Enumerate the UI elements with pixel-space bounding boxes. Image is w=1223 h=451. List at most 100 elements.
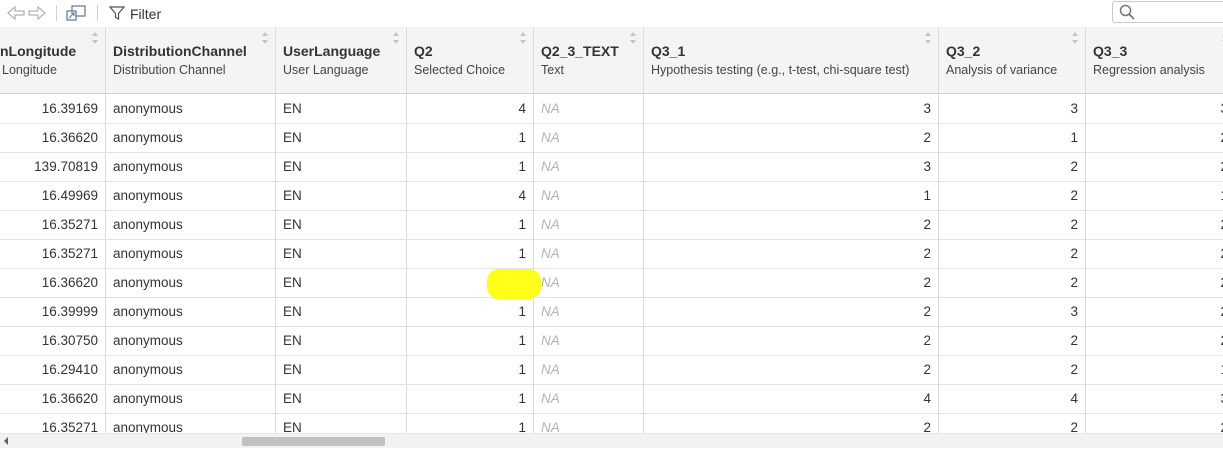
table-cell-distributionchannel[interactable]: anonymous — [106, 355, 276, 384]
search-input[interactable] — [1112, 1, 1223, 23]
table-cell-q3-1[interactable]: 2 — [644, 268, 939, 297]
table-cell-nlongitude[interactable]: 16.29410 — [0, 355, 106, 384]
table-cell-q3-2[interactable]: 2 — [939, 268, 1086, 297]
table-cell-q2[interactable]: 1 — [407, 413, 534, 433]
table-cell-q3-3[interactable]: 2 — [1086, 210, 1223, 239]
table-cell-q3-3[interactable]: 2 — [1086, 413, 1223, 433]
table-cell-nlongitude[interactable]: 16.36620 — [0, 268, 106, 297]
table-cell-q3-3[interactable]: 2 — [1086, 326, 1223, 355]
table-cell-distributionchannel[interactable]: anonymous — [106, 94, 276, 123]
table-cell-q3-2[interactable]: 2 — [939, 326, 1086, 355]
table-cell-q3-3[interactable]: 3 — [1086, 384, 1223, 413]
table-cell-q3-3[interactable]: 2 — [1086, 268, 1223, 297]
table-cell-q3-1[interactable]: 2 — [644, 123, 939, 152]
table-cell-nlongitude[interactable]: 16.36620 — [0, 123, 106, 152]
table-cell-userlanguage[interactable]: EN — [276, 210, 407, 239]
column-header-q2[interactable]: Q2 Selected Choice — [407, 27, 534, 93]
column-header-q3-3[interactable]: Q3_3 Regression analysis — [1086, 27, 1223, 93]
table-cell-q2[interactable]: 1 — [407, 210, 534, 239]
table-cell-q3-3[interactable]: 2 — [1086, 123, 1223, 152]
back-arrow-icon[interactable] — [6, 4, 26, 22]
column-header-nlongitude[interactable]: nLongitude Longitude — [0, 27, 106, 93]
table-cell-q3-3[interactable]: 1 — [1086, 355, 1223, 384]
sort-icon[interactable] — [392, 31, 400, 45]
column-header-distributionchannel[interactable]: DistributionChannel Distribution Channel — [106, 27, 276, 93]
table-cell-nlongitude[interactable]: 16.49969 — [0, 181, 106, 210]
table-cell-nlongitude[interactable]: 16.39169 — [0, 94, 106, 123]
table-cell-userlanguage[interactable]: EN — [276, 326, 407, 355]
table-cell-userlanguage[interactable]: EN — [276, 94, 407, 123]
table-cell-q2[interactable]: 4 — [407, 94, 534, 123]
table-cell-userlanguage[interactable]: EN — [276, 239, 407, 268]
table-cell-q2[interactable]: 1 — [407, 355, 534, 384]
table-cell-q3-1[interactable]: 4 — [644, 384, 939, 413]
table-cell-q2[interactable]: 1 — [407, 123, 534, 152]
table-cell-q2-3-text[interactable]: NA — [534, 181, 644, 210]
table-cell-q2-3-text[interactable]: NA — [534, 152, 644, 181]
table-cell-q2-3-text[interactable]: NA — [534, 297, 644, 326]
popout-icon[interactable] — [65, 4, 87, 22]
sort-icon[interactable] — [924, 31, 932, 45]
table-cell-distributionchannel[interactable]: anonymous — [106, 181, 276, 210]
table-cell-userlanguage[interactable]: EN — [276, 384, 407, 413]
table-cell-q3-1[interactable]: 3 — [644, 152, 939, 181]
table-cell-q2[interactable]: 4 — [407, 181, 534, 210]
table-cell-distributionchannel[interactable]: anonymous — [106, 152, 276, 181]
table-cell-q3-3[interactable]: 2 — [1086, 297, 1223, 326]
sort-icon[interactable] — [1071, 31, 1079, 45]
table-cell-q3-2[interactable]: 1 — [939, 123, 1086, 152]
table-cell-nlongitude[interactable]: 16.36620 — [0, 384, 106, 413]
table-cell-q2-3-text[interactable]: NA — [534, 239, 644, 268]
table-cell-q3-1[interactable]: 1 — [644, 181, 939, 210]
table-cell-q2-3-text[interactable]: NA — [534, 123, 644, 152]
table-cell-userlanguage[interactable]: EN — [276, 297, 407, 326]
table-cell-nlongitude[interactable]: 16.35271 — [0, 210, 106, 239]
table-cell-nlongitude[interactable]: 139.70819 — [0, 152, 106, 181]
table-cell-q3-1[interactable]: 2 — [644, 210, 939, 239]
table-cell-q2-3-text[interactable]: NA — [534, 210, 644, 239]
table-cell-q2-3-text[interactable]: NA — [534, 355, 644, 384]
table-cell-q3-2[interactable]: 2 — [939, 210, 1086, 239]
table-cell-q3-2[interactable]: 3 — [939, 94, 1086, 123]
table-cell-q3-3[interactable]: 1 — [1086, 181, 1223, 210]
table-cell-q2[interactable]: 1 — [407, 297, 534, 326]
table-cell-q3-3[interactable]: 2 — [1086, 239, 1223, 268]
column-header-q3-2[interactable]: Q3_2 Analysis of variance — [939, 27, 1086, 93]
sort-icon[interactable] — [519, 31, 527, 45]
table-cell-q3-1[interactable]: 2 — [644, 326, 939, 355]
table-cell-q3-2[interactable]: 2 — [939, 239, 1086, 268]
sort-icon[interactable] — [629, 31, 637, 45]
filter-button-label[interactable]: Filter — [130, 6, 161, 22]
table-cell-q2-3-text[interactable]: NA — [534, 384, 644, 413]
table-cell-q3-2[interactable]: 2 — [939, 181, 1086, 210]
table-cell-userlanguage[interactable]: EN — [276, 152, 407, 181]
horizontal-scrollbar[interactable] — [0, 433, 1223, 448]
table-cell-userlanguage[interactable]: EN — [276, 123, 407, 152]
table-cell-userlanguage[interactable]: EN — [276, 181, 407, 210]
table-cell-distributionchannel[interactable]: anonymous — [106, 123, 276, 152]
table-cell-distributionchannel[interactable]: anonymous — [106, 268, 276, 297]
column-header-userlanguage[interactable]: UserLanguage User Language — [276, 27, 407, 93]
table-cell-q3-1[interactable]: 2 — [644, 413, 939, 433]
table-cell-q3-2[interactable]: 2 — [939, 355, 1086, 384]
filter-icon[interactable] — [108, 4, 126, 22]
sort-icon[interactable] — [91, 31, 99, 45]
table-cell-q3-2[interactable]: 3 — [939, 297, 1086, 326]
table-cell-q2-3-text[interactable]: NA — [534, 326, 644, 355]
table-cell-userlanguage[interactable]: EN — [276, 355, 407, 384]
table-cell-q3-2[interactable]: 2 — [939, 413, 1086, 433]
table-cell-q3-1[interactable]: 2 — [644, 239, 939, 268]
table-cell-q2-3-text[interactable]: NA — [534, 413, 644, 433]
table-cell-q3-2[interactable]: 4 — [939, 384, 1086, 413]
table-cell-nlongitude[interactable]: 16.35271 — [0, 413, 106, 433]
table-cell-q3-1[interactable]: 3 — [644, 94, 939, 123]
table-cell-q3-2[interactable]: 2 — [939, 152, 1086, 181]
table-cell-distributionchannel[interactable]: anonymous — [106, 297, 276, 326]
scroll-left-arrow-icon[interactable] — [3, 437, 9, 445]
table-cell-q2[interactable]: 1 — [407, 326, 534, 355]
table-cell-q2-3-text[interactable]: NA — [534, 268, 644, 297]
table-cell-q3-3[interactable]: 2 — [1086, 152, 1223, 181]
table-cell-nlongitude[interactable]: 16.39999 — [0, 297, 106, 326]
table-cell-q3-3[interactable]: 3 — [1086, 94, 1223, 123]
table-cell-distributionchannel[interactable]: anonymous — [106, 239, 276, 268]
